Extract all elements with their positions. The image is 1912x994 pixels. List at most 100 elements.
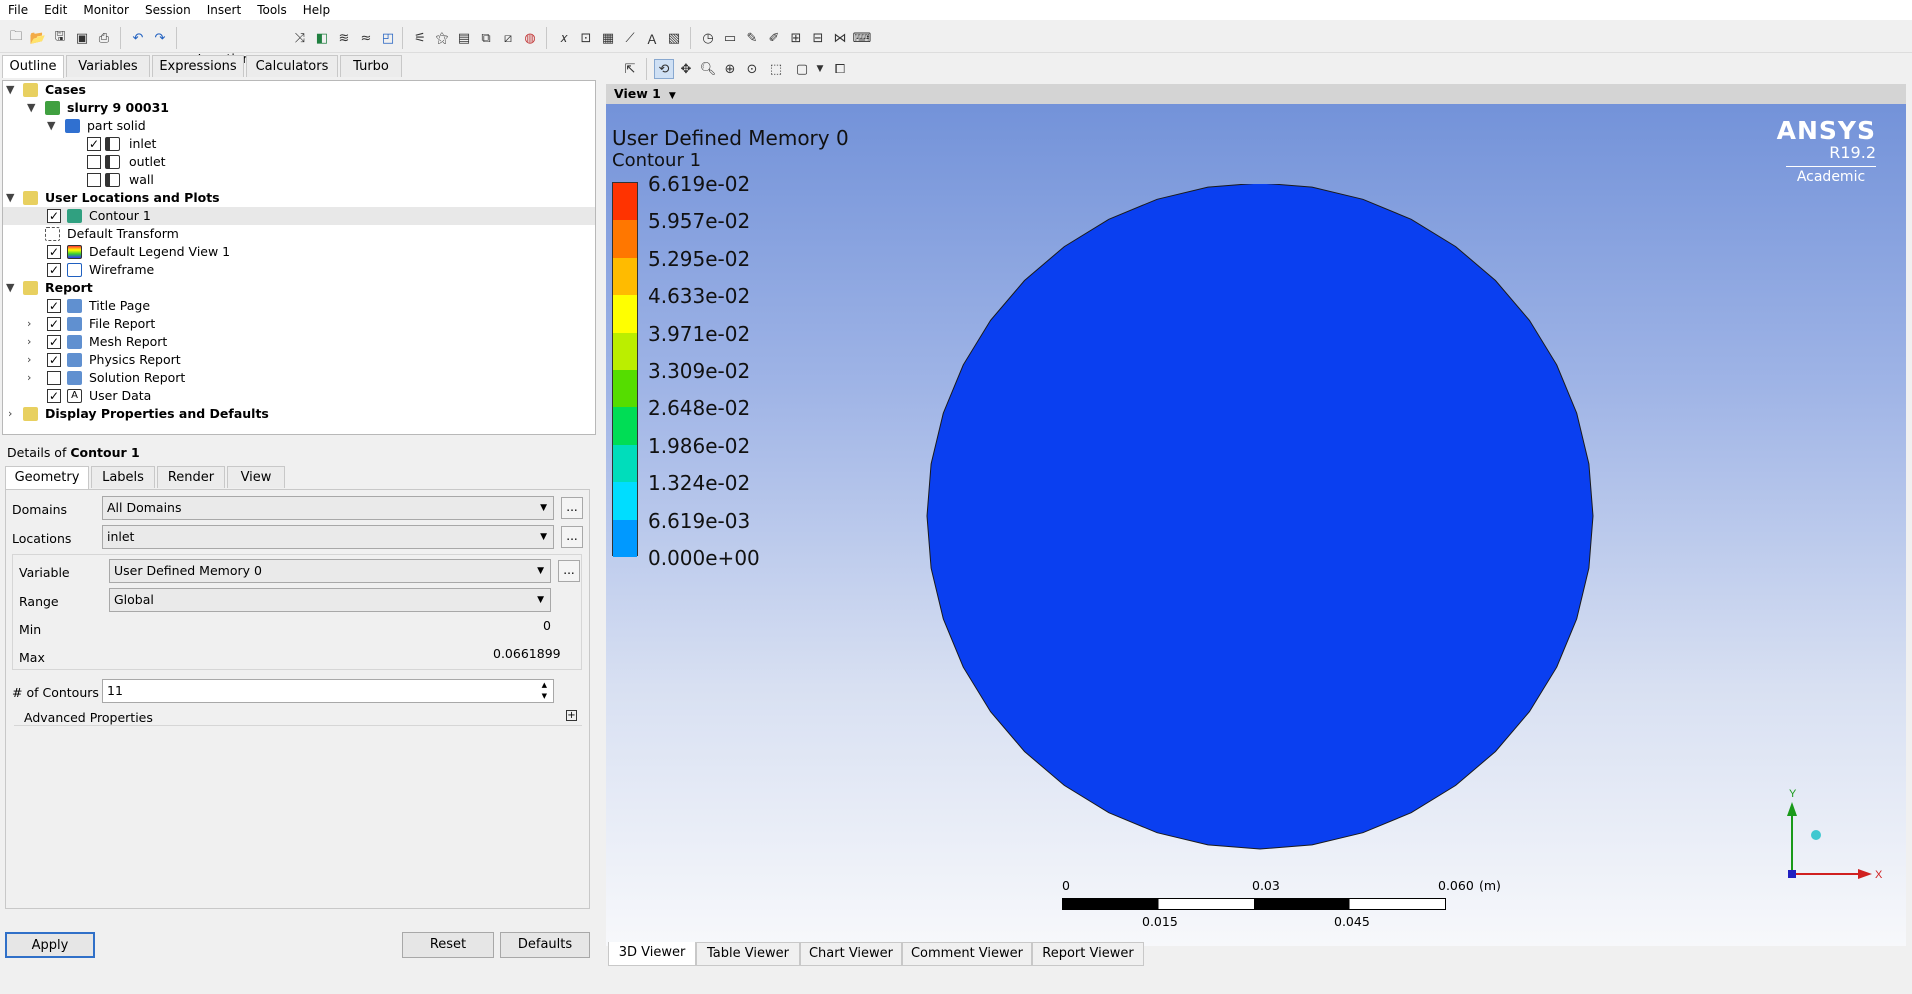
tab-chart-viewer[interactable]: Chart Viewer xyxy=(800,942,902,966)
instance-transform-icon[interactable]: ⧉ xyxy=(476,28,496,48)
tree-item-case[interactable]: ▼ slurry 9 00031 xyxy=(3,99,595,117)
reset-button[interactable]: Reset xyxy=(402,932,494,958)
chevron-down-icon[interactable]: ▼ xyxy=(6,279,14,297)
animation-icon[interactable]: ▭ xyxy=(720,28,740,48)
detach-icon[interactable]: ⧠ xyxy=(830,59,850,79)
chevron-down-icon[interactable]: ▼ xyxy=(810,59,830,79)
streamline-icon[interactable]: ≋ xyxy=(334,28,354,48)
chevron-right-icon[interactable]: › xyxy=(27,351,31,369)
chevron-right-icon[interactable]: › xyxy=(27,315,31,333)
save-state-icon[interactable]: 🖫 xyxy=(50,28,70,48)
menu-file[interactable]: File xyxy=(0,0,36,20)
spinner-icon[interactable]: ▲ ▼ xyxy=(542,680,547,702)
mesh-calculator-icon[interactable]: ⋈ xyxy=(830,28,850,48)
physics-report-checkbox[interactable]: ✓ xyxy=(47,353,61,367)
menu-insert[interactable]: Insert xyxy=(199,0,249,20)
highlighting-icon[interactable]: ⬚ xyxy=(766,59,786,79)
probe-icon[interactable]: ✐ xyxy=(764,28,784,48)
tab-comment-viewer[interactable]: Comment Viewer xyxy=(902,942,1032,966)
chevron-down-icon[interactable]: ▼ xyxy=(6,81,14,99)
isosurface-icon[interactable]: ⚟ xyxy=(410,28,430,48)
range-select[interactable]: Global ▼ xyxy=(109,588,551,612)
tree-item-cases[interactable]: ▼ Cases xyxy=(3,81,595,99)
text-icon[interactable]: ⚝ xyxy=(432,28,452,48)
tree-item-display-properties[interactable]: › Display Properties and Defaults xyxy=(3,405,595,423)
table-icon[interactable]: ▦ xyxy=(598,28,618,48)
tab-outline[interactable]: Outline xyxy=(2,55,64,78)
zoom-box-icon[interactable]: ⊕ xyxy=(720,59,740,79)
apply-button[interactable]: Apply xyxy=(5,932,95,958)
pan-icon[interactable]: ✥ xyxy=(676,59,696,79)
load-state-icon[interactable]: 📂 xyxy=(28,28,48,48)
zoom-icon[interactable]: 🔍︎ xyxy=(698,59,718,79)
tree-item-domain[interactable]: ▼ part solid xyxy=(3,117,595,135)
tree-item-user-data[interactable]: ✓ A User Data xyxy=(3,387,595,405)
command-editor-icon[interactable]: ⌨ xyxy=(852,28,872,48)
tab-expressions[interactable]: Expressions xyxy=(152,55,244,77)
expression-icon[interactable]: ⊡ xyxy=(576,28,596,48)
contour-checkbox[interactable]: ✓ xyxy=(47,209,61,223)
tree-item-solution-report[interactable]: › Solution Report xyxy=(3,369,595,387)
comment-icon[interactable]: Ａ xyxy=(642,28,662,48)
print-icon[interactable]: ⎙ xyxy=(94,28,114,48)
menu-session[interactable]: Session xyxy=(137,0,199,20)
undo-icon[interactable]: ↶ xyxy=(128,28,148,48)
select-icon[interactable]: ⇱ xyxy=(620,59,640,79)
rotate-icon[interactable]: ⟲ xyxy=(654,59,674,79)
volume-rendering-icon[interactable]: ◰ xyxy=(378,28,398,48)
tree-item-title-page[interactable]: ✓ Title Page xyxy=(3,297,595,315)
tab-view[interactable]: View xyxy=(227,466,285,488)
tree-item-wall[interactable]: wall xyxy=(3,171,595,189)
wall-checkbox[interactable] xyxy=(87,173,101,187)
chevron-down-icon[interactable]: ▼ xyxy=(6,189,14,207)
vector-icon[interactable]: ⤨ xyxy=(290,28,310,48)
domains-browse-button[interactable]: ... xyxy=(561,497,583,519)
tree-item-default-legend[interactable]: ✓ Default Legend View 1 xyxy=(3,243,595,261)
menu-monitor[interactable]: Monitor xyxy=(75,0,137,20)
function-calculator-icon[interactable]: ⊞ xyxy=(786,28,806,48)
tree-item-inlet[interactable]: ✓ inlet xyxy=(3,135,595,153)
particle-track-icon[interactable]: ≈ xyxy=(356,28,376,48)
outlet-checkbox[interactable] xyxy=(87,155,101,169)
save-project-icon[interactable]: ▣ xyxy=(72,28,92,48)
chart-icon[interactable]: ⟋ xyxy=(620,28,640,48)
tab-render[interactable]: Render xyxy=(157,466,225,488)
expand-icon[interactable]: + xyxy=(566,710,577,721)
mesh-report-checkbox[interactable]: ✓ xyxy=(47,335,61,349)
contour-icon[interactable]: ◧ xyxy=(312,28,332,48)
chevron-right-icon[interactable]: › xyxy=(8,405,12,423)
locations-browse-button[interactable]: ... xyxy=(561,526,583,548)
tab-turbo[interactable]: Turbo xyxy=(340,55,402,77)
timestep-icon[interactable]: ◷ xyxy=(698,28,718,48)
chevron-right-icon[interactable]: › xyxy=(27,333,31,351)
user-data-checkbox[interactable]: ✓ xyxy=(47,389,61,403)
domains-select[interactable]: All Domains ▼ xyxy=(102,496,554,520)
tab-3d-viewer[interactable]: 3D Viewer xyxy=(608,942,696,966)
redo-icon[interactable]: ↷ xyxy=(150,28,170,48)
chevron-down-icon[interactable]: ▼ xyxy=(27,99,35,117)
new-case-icon[interactable]: 🗀 xyxy=(6,28,26,48)
tree-item-outlet[interactable]: outlet xyxy=(3,153,595,171)
tab-table-viewer[interactable]: Table Viewer xyxy=(696,942,800,966)
wireframe-checkbox[interactable]: ✓ xyxy=(47,263,61,277)
color-map-icon[interactable]: ◍ xyxy=(520,28,540,48)
3d-viewport[interactable]: View 1 ▼ User Defined Memory 0 Contour 1… xyxy=(606,84,1906,946)
chevron-right-icon[interactable]: › xyxy=(27,369,31,387)
fit-view-icon[interactable]: ⊙ xyxy=(742,59,762,79)
clip-plane-icon[interactable]: ⧄ xyxy=(498,28,518,48)
legend-icon[interactable]: ▤ xyxy=(454,28,474,48)
inlet-checkbox[interactable]: ✓ xyxy=(87,137,101,151)
tree-item-file-report[interactable]: › ✓ File Report xyxy=(3,315,595,333)
tab-variables[interactable]: Variables xyxy=(66,55,150,77)
menu-tools[interactable]: Tools xyxy=(249,0,295,20)
view-selector[interactable]: View 1 ▼ xyxy=(606,84,1906,104)
tree-item-default-transform[interactable]: Default Transform xyxy=(3,225,595,243)
solution-report-checkbox[interactable] xyxy=(47,371,61,385)
tree-item-physics-report[interactable]: › ✓ Physics Report xyxy=(3,351,595,369)
defaults-button[interactable]: Defaults xyxy=(500,932,590,958)
menu-edit[interactable]: Edit xyxy=(36,0,75,20)
tab-geometry[interactable]: Geometry xyxy=(5,466,89,489)
chevron-down-icon[interactable]: ▼ xyxy=(47,117,55,135)
viewport-layout-icon[interactable]: ▢ xyxy=(792,59,812,79)
advanced-properties-row[interactable]: Advanced Properties + xyxy=(14,708,582,726)
